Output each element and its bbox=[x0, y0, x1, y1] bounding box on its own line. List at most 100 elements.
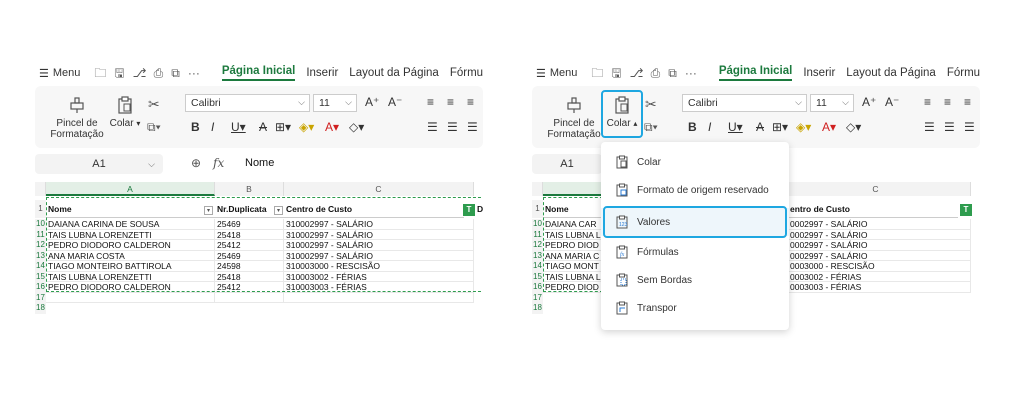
table-cell[interactable]: DAIANA CAR bbox=[543, 219, 603, 230]
table-cell[interactable]: 310002997 - SALÁRIO bbox=[284, 250, 474, 261]
table-cell[interactable]: TAIS LUBNA LORENZETTI bbox=[46, 229, 215, 240]
menu-button[interactable]: ☰ Menu bbox=[536, 67, 577, 80]
row-header[interactable]: 10 bbox=[532, 219, 543, 230]
font-size-select[interactable]: 11 ⌵ bbox=[810, 94, 854, 112]
increase-font-icon[interactable]: A⁺ bbox=[862, 95, 876, 109]
table-cell[interactable]: 0002997 - SALÁRIO bbox=[788, 229, 971, 240]
row-header[interactable]: 15 bbox=[35, 271, 46, 282]
table-cell[interactable]: ANA MARIA C bbox=[543, 250, 603, 261]
table-cell[interactable]: 0003002 - FÉRIAS bbox=[788, 271, 971, 282]
borders-icon[interactable]: ⊞▾ bbox=[275, 120, 291, 134]
table-cell[interactable]: TIAGO MONT bbox=[543, 261, 603, 272]
table-cell[interactable]: 0003000 - RESCISÃO bbox=[788, 261, 971, 272]
name-box[interactable]: A1 ⌵ bbox=[35, 154, 163, 174]
increase-font-icon[interactable]: A⁺ bbox=[365, 95, 379, 109]
font-size-select[interactable]: 11 ⌵ bbox=[313, 94, 357, 112]
table-cell[interactable]: 310002997 - SALÁRIO bbox=[284, 219, 474, 230]
column-header-a[interactable]: A bbox=[46, 182, 215, 196]
table-cell[interactable]: PEDRO DIODORO CALDERON bbox=[46, 240, 215, 251]
save-icon[interactable]: 🖫 bbox=[114, 67, 124, 79]
cut-icon[interactable]: ✂ bbox=[148, 96, 160, 113]
table-cell[interactable]: 25469 bbox=[215, 219, 284, 230]
table-cell[interactable]: 310003003 - FÉRIAS bbox=[284, 282, 474, 293]
fill-color-icon[interactable]: ◈▾ bbox=[299, 120, 314, 134]
fill-color-icon[interactable]: ◈▾ bbox=[796, 120, 811, 134]
bold-icon[interactable]: B bbox=[688, 120, 697, 134]
table-cell[interactable]: 0002997 - SALÁRIO bbox=[788, 219, 971, 230]
align-middle-icon[interactable]: ≡ bbox=[447, 95, 454, 109]
row-header[interactable]: 11 bbox=[532, 229, 543, 240]
tab-layout-da-pagina[interactable]: Layout da Página bbox=[846, 67, 936, 79]
header-cell-nome[interactable]: Nome bbox=[543, 200, 603, 218]
table-cell[interactable]: TAIS LUBNA LORENZETTI bbox=[46, 271, 215, 282]
column-header-c[interactable]: C bbox=[284, 182, 474, 196]
align-bottom-icon[interactable]: ≡ bbox=[467, 95, 474, 109]
share-icon[interactable]: ⎇ bbox=[133, 67, 147, 79]
paste-option-formato-origem[interactable]: Formato de origem reservado bbox=[601, 176, 789, 204]
row-header[interactable]: 18 bbox=[35, 303, 46, 314]
table-cell[interactable]: TAIS LUBNA L bbox=[543, 229, 603, 240]
font-name-select[interactable]: Calibri ⌵ bbox=[682, 94, 807, 112]
tab-pagina-inicial[interactable]: Página Inicial bbox=[718, 65, 793, 81]
font-color-icon[interactable]: A▾ bbox=[325, 120, 339, 134]
table-tag-icon[interactable]: T bbox=[960, 204, 972, 216]
copy-icon[interactable]: ⧉▾ bbox=[147, 120, 161, 135]
row-header[interactable]: 17 bbox=[35, 292, 46, 303]
fx-icon[interactable]: fx bbox=[213, 156, 224, 170]
paste-option-formulas[interactable]: fx Fórmulas bbox=[601, 238, 789, 266]
name-box[interactable]: A1 bbox=[532, 154, 602, 174]
align-bottom-icon[interactable]: ≡ bbox=[964, 95, 971, 109]
font-name-select[interactable]: Calibri ⌵ bbox=[185, 94, 310, 112]
table-cell[interactable]: 310003002 - FÉRIAS bbox=[284, 271, 474, 282]
align-center-icon[interactable]: ☰ bbox=[447, 120, 458, 134]
tab-formulas[interactable]: Fórmu bbox=[947, 67, 980, 79]
row-header[interactable]: 1 bbox=[35, 200, 46, 218]
table-tag-icon[interactable]: T bbox=[463, 204, 475, 216]
table-cell[interactable]: DAIANA CARINA DE SOUSA bbox=[46, 219, 215, 230]
align-right-icon[interactable]: ☰ bbox=[467, 120, 478, 134]
table-cell[interactable]: 25418 bbox=[215, 229, 284, 240]
save-icon[interactable]: 🖫 bbox=[611, 67, 621, 79]
table-cell[interactable]: 25412 bbox=[215, 240, 284, 251]
paste-option-colar[interactable]: Colar bbox=[601, 148, 789, 176]
column-header-c[interactable]: C bbox=[781, 182, 971, 196]
table-cell[interactable]: 310003000 - RESCISÃO bbox=[284, 261, 474, 272]
row-header[interactable]: 1 bbox=[532, 200, 543, 218]
table-cell[interactable]: PEDRO DIODORO CALDERON bbox=[46, 282, 215, 293]
table-cell[interactable] bbox=[46, 292, 215, 303]
row-header[interactable]: 18 bbox=[532, 303, 543, 314]
strikethrough-icon[interactable]: A bbox=[756, 120, 764, 134]
share-icon[interactable]: ⎇ bbox=[630, 67, 644, 79]
row-header[interactable]: 15 bbox=[532, 271, 543, 282]
tab-formulas[interactable]: Fórmul bbox=[450, 67, 483, 79]
formula-input[interactable]: Nome bbox=[245, 157, 274, 169]
header-cell-centro-de-custo[interactable]: Centro de Custo bbox=[284, 200, 464, 218]
tab-layout-da-pagina[interactable]: Layout da Página bbox=[349, 67, 439, 79]
row-header[interactable]: 14 bbox=[532, 261, 543, 272]
table-cell[interactable]: ANA MARIA COSTA bbox=[46, 250, 215, 261]
row-header[interactable]: 10 bbox=[35, 219, 46, 230]
decrease-font-icon[interactable]: A⁻ bbox=[388, 95, 402, 109]
print-icon[interactable]: ⎙ bbox=[651, 67, 661, 79]
row-header[interactable]: 12 bbox=[532, 240, 543, 251]
filter-dropdown-icon[interactable]: ▾ bbox=[274, 206, 283, 215]
table-cell[interactable]: 0003003 - FÉRIAS bbox=[788, 282, 971, 293]
table-cell[interactable]: 310002997 - SALÁRIO bbox=[284, 240, 474, 251]
paste-button[interactable]: Colar ▾ bbox=[107, 96, 143, 129]
column-header-b[interactable]: B bbox=[215, 182, 284, 196]
bold-icon[interactable]: B bbox=[191, 120, 200, 134]
font-color-icon[interactable]: A▾ bbox=[822, 120, 836, 134]
corner-cell[interactable] bbox=[532, 182, 543, 196]
print-preview-icon[interactable]: ⧉ bbox=[171, 67, 180, 79]
underline-icon[interactable]: U▾ bbox=[231, 120, 246, 134]
table-cell[interactable]: TAIS LUBNA L bbox=[543, 271, 603, 282]
row-header[interactable]: 11 bbox=[35, 229, 46, 240]
corner-cell[interactable] bbox=[35, 182, 46, 196]
row-header[interactable]: 13 bbox=[35, 250, 46, 261]
paste-option-transpor[interactable]: Transpor bbox=[601, 294, 789, 322]
format-painter-button[interactable]: Pincel de Formatação bbox=[546, 96, 602, 140]
align-top-icon[interactable]: ≡ bbox=[924, 95, 931, 109]
align-right-icon[interactable]: ☰ bbox=[964, 120, 975, 134]
print-preview-icon[interactable]: ⧉ bbox=[668, 67, 677, 79]
align-left-icon[interactable]: ☰ bbox=[427, 120, 438, 134]
